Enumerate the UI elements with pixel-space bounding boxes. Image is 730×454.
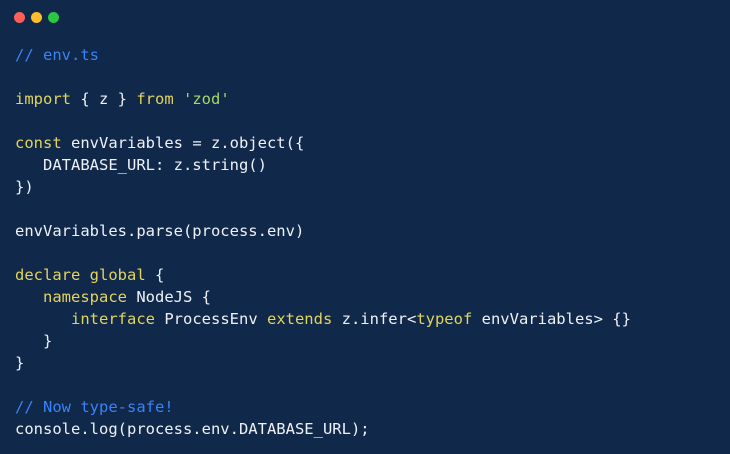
maximize-button[interactable] <box>48 11 59 23</box>
code-line: import { z } from 'zod' <box>15 88 631 110</box>
code-token-keyword: declare <box>15 266 81 284</box>
code-token-comment: // Now type-safe! <box>15 398 174 416</box>
code-line: DATABASE_URL: z.string() <box>15 154 631 176</box>
minimize-button[interactable] <box>31 11 42 23</box>
code-token-plain: console.log(process.env.DATABASE_URL); <box>15 420 370 438</box>
code-line: // Now type-safe! <box>15 396 631 418</box>
window-titlebar <box>0 0 730 34</box>
close-button[interactable] <box>14 11 25 23</box>
code-window: // env.ts import { z } from 'zod' const en… <box>0 0 730 454</box>
code-line: interface ProcessEnv extends z.infer<typ… <box>15 308 631 330</box>
code-token-plain: }) <box>15 178 34 196</box>
code-token-plain: z.infer< <box>332 310 417 328</box>
code-token-plain: envVariables = z.object({ <box>61 134 305 152</box>
code-line: envVariables.parse(process.env) <box>15 220 631 242</box>
code-token-keyword: typeof <box>416 310 473 328</box>
code-token-keyword: extends <box>266 310 333 328</box>
code-token-keyword: interface <box>71 310 155 328</box>
code-token-plain: { <box>145 266 165 284</box>
code-token-comment: // env.ts <box>15 46 99 64</box>
code-token-keyword: import <box>15 90 71 108</box>
code-token-plain: } <box>15 332 53 350</box>
code-line: const envVariables = z.object({ <box>15 132 631 154</box>
code-line: } <box>15 352 631 374</box>
code-block: // env.ts import { z } from 'zod' const en… <box>15 44 631 440</box>
code-token-plain: DATABASE_URL: z.string() <box>15 156 267 174</box>
code-line: } <box>15 330 631 352</box>
code-line: declare global { <box>15 264 631 286</box>
code-token-keyword: from <box>136 90 174 108</box>
code-token-keyword: global <box>89 266 146 284</box>
code-token-plain: { z } <box>71 90 137 108</box>
code-token-plain: } <box>15 354 25 372</box>
code-token-keyword: namespace <box>43 288 127 306</box>
code-token-plain: envVariables> {} <box>472 310 631 328</box>
code-token-keyword: const <box>15 134 62 152</box>
code-token-plain: ProcessEnv <box>155 310 267 328</box>
code-line: namespace NodeJS { <box>15 286 631 308</box>
code-token-plain: NodeJS { <box>127 288 211 306</box>
code-token-string: 'zod' <box>183 90 230 108</box>
code-token-plain: envVariables.parse(process.env) <box>15 222 305 240</box>
code-line: console.log(process.env.DATABASE_URL); <box>15 418 631 440</box>
code-line: // env.ts <box>15 44 631 66</box>
code-line: }) <box>15 176 631 198</box>
